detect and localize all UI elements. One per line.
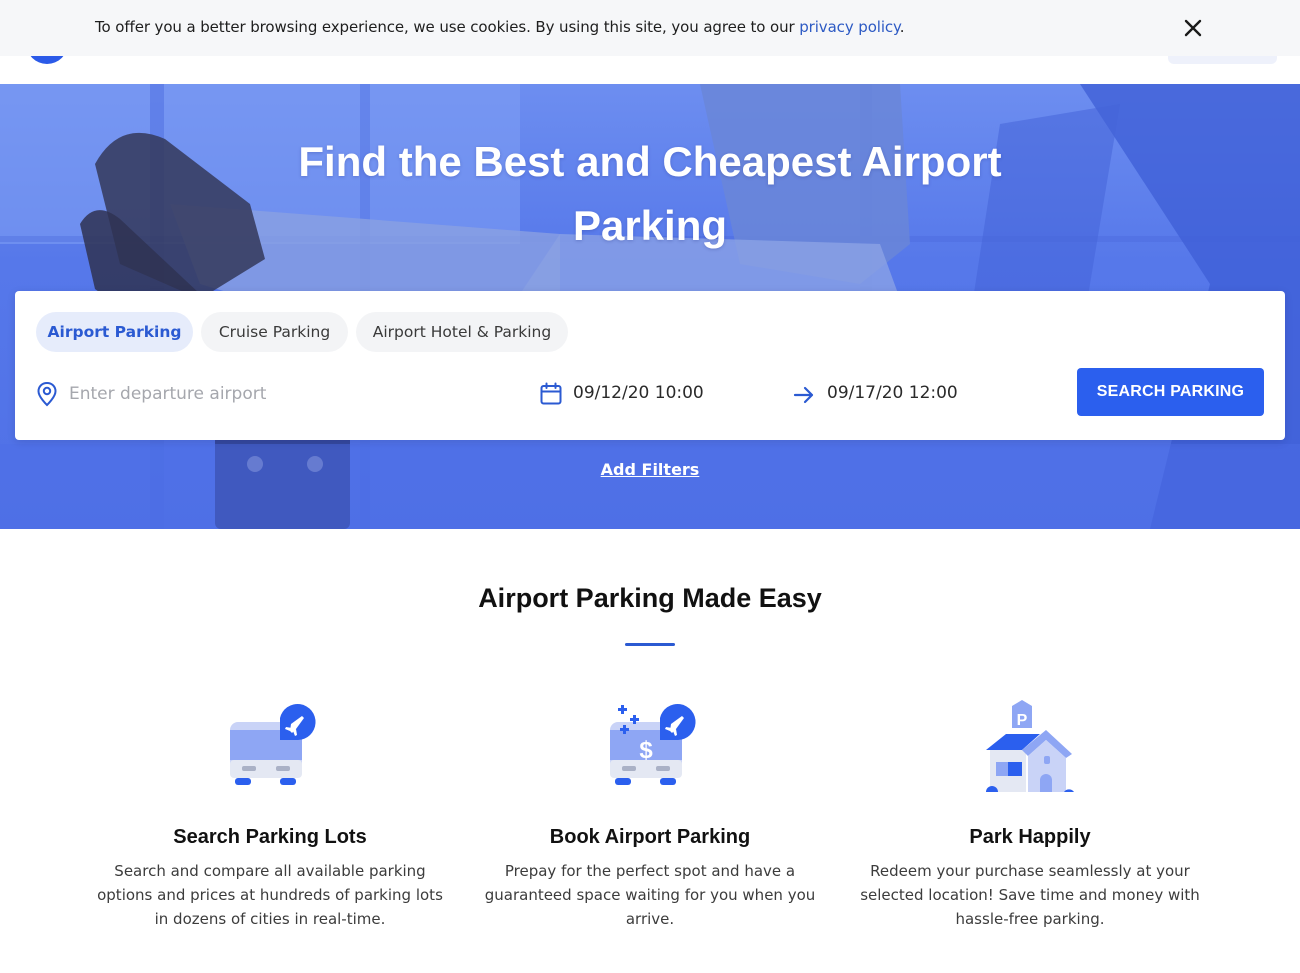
departure-airport-input[interactable]: [69, 376, 509, 412]
search-card: Airport Parking Cruise Parking Airport H…: [15, 291, 1285, 440]
feature-title: Search Parking Lots: [173, 826, 367, 848]
tab-airport-hotel-parking[interactable]: Airport Hotel & Parking: [356, 312, 568, 352]
add-filters-link[interactable]: Add Filters: [0, 460, 1300, 479]
cookie-banner: To offer you a better browsing experienc…: [0, 0, 1300, 56]
location-pin-icon: [37, 381, 57, 407]
cookie-text: To offer you a better browsing experienc…: [95, 18, 800, 36]
feature-search-parking-lots: Search Parking Lots Search and compare a…: [90, 700, 450, 931]
section-divider: [625, 643, 675, 646]
privacy-policy-link[interactable]: privacy policy: [799, 18, 900, 36]
hero-title: Find the Best and Cheapest Airport Parki…: [298, 138, 1002, 249]
cookie-suffix: .: [899, 18, 905, 36]
end-date-field[interactable]: 09/17/20 12:00: [827, 383, 958, 403]
hero-section: Find the Best and Cheapest Airport Parki…: [0, 84, 1300, 529]
svg-text:$: $: [639, 737, 653, 764]
feature-park-happily: P Park Happily Redeem your purchase seam…: [850, 700, 1210, 931]
section-title: Airport Parking Made Easy: [478, 583, 822, 613]
feature-description: Redeem your purchase seamlessly at your …: [860, 862, 1200, 928]
bus-dollar-plane-icon: $: [610, 704, 696, 785]
cookie-message: To offer you a better browsing experienc…: [95, 18, 904, 36]
calendar-icon: [540, 382, 562, 405]
feature-title: Book Airport Parking: [549, 826, 751, 848]
arrow-right-icon: [793, 386, 814, 404]
tab-cruise-parking[interactable]: Cruise Parking: [201, 312, 348, 352]
start-date-field[interactable]: 09/12/20 10:00: [573, 383, 704, 403]
svg-text:P: P: [1017, 712, 1028, 729]
feature-description: Search and compare all available parking…: [97, 862, 443, 928]
close-icon[interactable]: [1180, 15, 1206, 41]
feature-description: Prepay for the perfect spot and have a g…: [484, 862, 816, 928]
feature-book-airport-parking: $ Book Airport Parking Prepay for the pe…: [470, 700, 830, 931]
feature-title: Park Happily: [969, 826, 1091, 848]
search-parking-button[interactable]: SEARCH PARKING: [1077, 368, 1264, 416]
parking-house-icon: P: [986, 700, 1074, 792]
tab-airport-parking[interactable]: Airport Parking: [36, 312, 193, 352]
bus-plane-icon: [230, 704, 316, 785]
